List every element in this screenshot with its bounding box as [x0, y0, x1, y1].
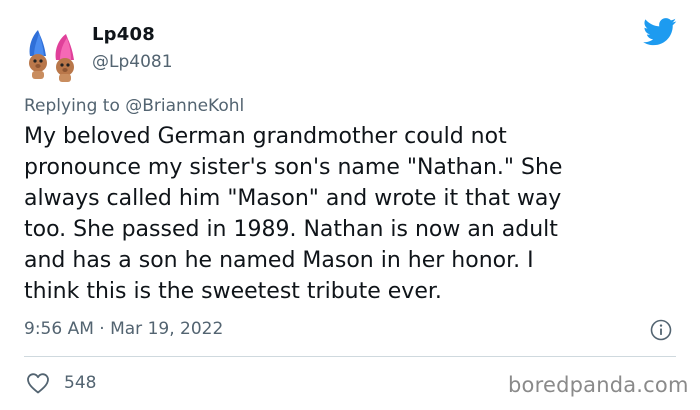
author-handle[interactable]: @Lp4081	[92, 52, 173, 72]
tweet-card: Lp408 @Lp4081 Replying to @BrianneKohl M…	[0, 0, 700, 410]
tweet-text-line: too. She passed in 1989. Nathan is now a…	[24, 217, 558, 242]
heart-icon[interactable]	[26, 372, 50, 394]
tweet-timestamp[interactable]: 9:56 AM · Mar 19, 2022	[24, 319, 223, 339]
tweet-text-line: always called him "Mason" and wrote it t…	[24, 186, 562, 211]
tweet-text-line: and has a son he named Mason in her hono…	[24, 248, 534, 273]
author-display-name[interactable]: Lp408	[92, 24, 155, 45]
info-icon[interactable]	[650, 319, 672, 341]
reply-mention-link[interactable]: @BrianneKohl	[125, 96, 244, 116]
tweet-text: My beloved German grandmother could not …	[24, 121, 684, 307]
divider	[24, 356, 676, 357]
avatar[interactable]	[24, 30, 84, 82]
tweet-text-line: My beloved German grandmother could not	[24, 124, 507, 149]
tweet-text-line: think this is the sweetest tribute ever.	[24, 279, 442, 304]
tweet-text-line: pronounce my sister's son's name "Nathan…	[24, 155, 563, 180]
watermark: boredpanda.com	[508, 373, 689, 397]
reply-context: Replying to @BrianneKohl	[24, 96, 244, 116]
like-count: 548	[64, 373, 97, 393]
reply-prefix: Replying to	[24, 96, 120, 116]
twitter-bird-icon[interactable]	[643, 18, 677, 46]
